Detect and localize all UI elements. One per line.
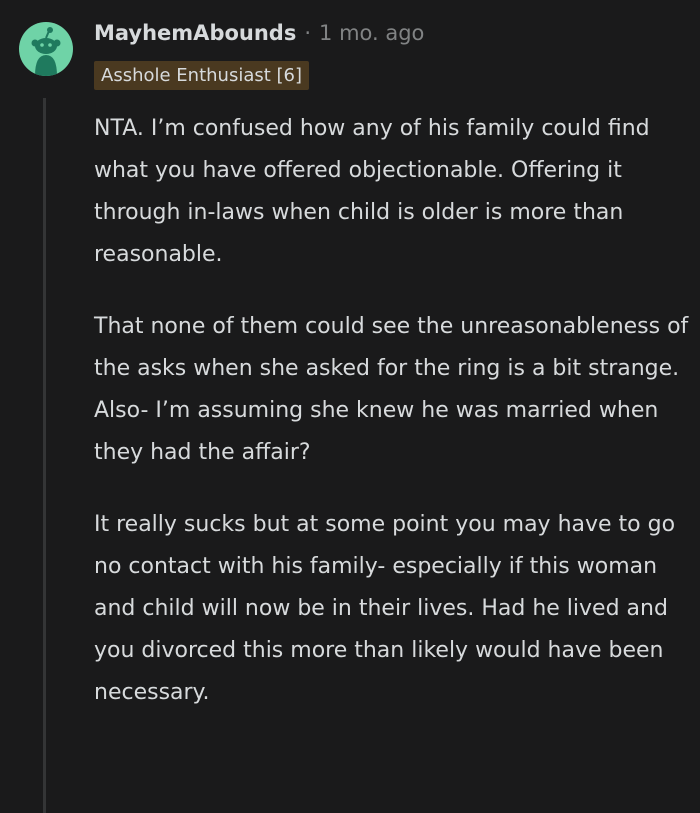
user-flair: Asshole Enthusiast [6]: [94, 61, 310, 90]
comment-paragraph: That none of them could see the unreason…: [94, 314, 689, 465]
comment-header: MayhemAbounds · 1 mo. ago: [94, 16, 424, 50]
comment-body: NTA. I’m confused how any of his family …: [94, 108, 690, 744]
comment-paragraph: NTA. I’m confused how any of his family …: [94, 116, 650, 267]
username-link[interactable]: MayhemAbounds: [94, 21, 296, 45]
snoo-avatar-icon[interactable]: [19, 22, 73, 76]
comment-paragraph: It really sucks but at some point you ma…: [94, 512, 676, 705]
timestamp[interactable]: 1 mo. ago: [319, 21, 424, 45]
meta-separator: ·: [304, 21, 312, 45]
comment: MayhemAbounds · 1 mo. ago Asshole Enthus…: [0, 0, 700, 813]
thread-collapse-line[interactable]: [43, 98, 46, 813]
